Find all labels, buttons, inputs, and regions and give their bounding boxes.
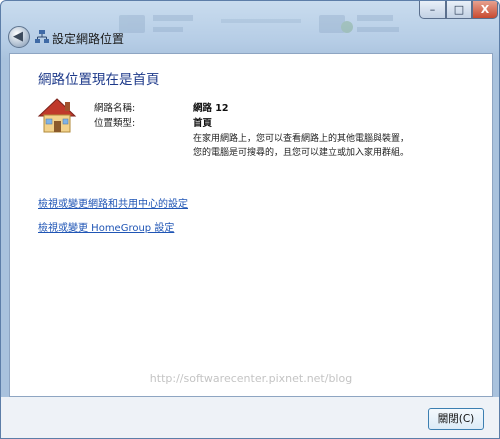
location-type-value: 首頁	[193, 118, 213, 129]
window-title: 設定網路位置	[52, 32, 125, 46]
watermark-text: http://softwarecenter.pixnet.net/blog	[149, 372, 353, 385]
network-sharing-center-link[interactable]: 檢視或變更網路和共用中心的設定	[38, 195, 188, 210]
homegroup-settings-link[interactable]: 檢視或變更 HomeGroup 設定	[38, 219, 174, 234]
back-button[interactable]: ◀	[8, 26, 30, 48]
close-window-button[interactable]: X	[472, 1, 498, 19]
description-line-1: 在家用網路上，您可以查看網路上的其他電腦與裝置，	[193, 134, 410, 144]
network-icon	[35, 30, 49, 43]
maximize-icon: □	[453, 3, 465, 16]
network-name-value: 網路 12	[193, 103, 229, 114]
back-arrow-icon: ◀	[13, 29, 23, 44]
close-icon: X	[480, 3, 490, 16]
location-description: 在家用網路上，您可以查看網路上的其他電腦與裝置， 您的電腦是可搜尋的，且您可以建…	[193, 132, 453, 160]
minimize-icon: –	[429, 3, 436, 16]
maximize-button[interactable]: □	[446, 1, 472, 19]
page-title: 網路位置現在是首頁	[38, 72, 160, 88]
content-panel: 網路位置現在是首頁 網路名稱: 網路 12 位置類型: 首頁 在家用網路上，您可…	[9, 53, 493, 397]
network-name-label: 網路名稱:	[94, 103, 136, 114]
title-bar: ◀ 設定網路位置 – □ X	[1, 1, 499, 53]
home-icon	[37, 98, 77, 133]
close-button[interactable]: 關閉(C)	[428, 408, 484, 430]
footer-bar	[1, 397, 499, 438]
minimize-button[interactable]: –	[419, 1, 446, 19]
location-type-label: 位置類型:	[94, 118, 136, 129]
description-line-2: 您的電腦是可搜尋的，且您可以建立或加入家用群組。	[193, 148, 410, 158]
dialog-window: ◀ 設定網路位置 – □ X 網路位置現在是首頁 網路名稱: 網路 12 位置類…	[0, 0, 500, 439]
